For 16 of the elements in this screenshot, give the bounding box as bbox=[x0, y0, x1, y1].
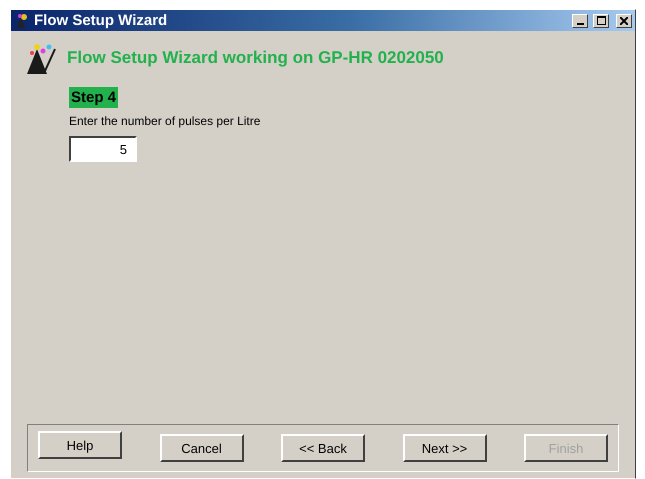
wizard-button[interactable]: Cancel bbox=[160, 434, 244, 462]
close-icon bbox=[620, 16, 628, 24]
prompt-text: Enter the number of pulses per Litre bbox=[69, 114, 260, 128]
step-label: Step 4 bbox=[69, 87, 118, 108]
window-title: Flow Setup Wizard bbox=[34, 12, 168, 29]
wizard-icon bbox=[14, 12, 30, 28]
maximize-button[interactable] bbox=[593, 14, 609, 28]
maximize-icon bbox=[596, 16, 606, 25]
pulses-field[interactable]: 5 bbox=[69, 136, 137, 162]
minimize-icon bbox=[576, 22, 584, 24]
wizard-heading: Flow Setup Wizard working on GP-HR 0202050 bbox=[67, 48, 444, 68]
minimize-button[interactable] bbox=[572, 14, 588, 28]
wizard-button[interactable]: Next >> bbox=[402, 434, 486, 462]
wizard-button[interactable]: << Back bbox=[281, 434, 365, 462]
close-button[interactable] bbox=[616, 14, 632, 28]
wizard-button[interactable]: Help bbox=[38, 431, 122, 459]
